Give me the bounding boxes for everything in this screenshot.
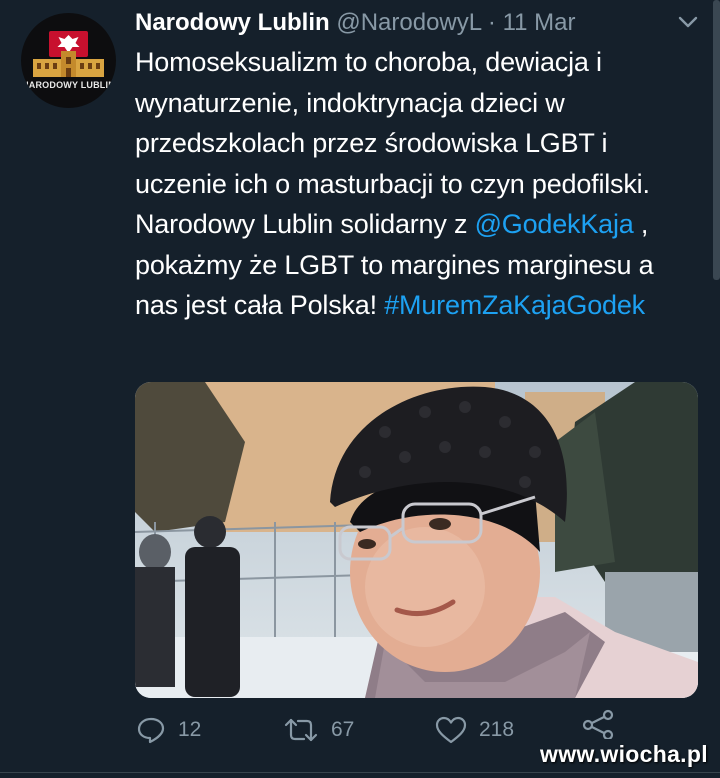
mention-link[interactable]: @GodekKaja [475,209,634,239]
reply-count: 12 [178,718,202,741]
separator-dot: · [487,9,496,36]
share-button[interactable] [582,709,616,739]
like-count: 218 [479,718,515,741]
photo-woman-in-hat [135,382,698,698]
hashtag-link[interactable]: #MuremZaKajaGodek [384,290,645,320]
reply-icon [137,717,165,744]
retweet-count: 67 [331,718,355,741]
retweet-icon [284,718,318,742]
chevron-down-icon[interactable] [675,12,701,32]
share-icon [582,709,614,739]
tweet-date[interactable]: 11 Mar [503,9,576,36]
tweet-text: Homoseksualizm to choroba, dewiacja i wy… [135,42,695,326]
coat-of-arms-icon [33,31,104,77]
heart-icon [435,716,467,744]
watermark: www.wiocha.pl [540,741,708,767]
tweet-photo[interactable] [135,382,698,698]
reply-button[interactable]: 12 [136,715,201,745]
tweet-header: Narodowy Lublin @NarodowyL · 11 Mar [135,8,575,38]
scrollbar[interactable] [713,0,720,280]
divider [0,772,720,773]
handle[interactable]: @NarodowyL [336,9,481,36]
display-name[interactable]: Narodowy Lublin [135,9,330,36]
avatar-logo-text: NARODOWY LUBLIN [22,80,115,90]
avatar[interactable]: NARODOWY LUBLIN [21,13,116,108]
like-button[interactable]: 218 [435,715,514,745]
retweet-button[interactable]: 67 [283,715,354,745]
